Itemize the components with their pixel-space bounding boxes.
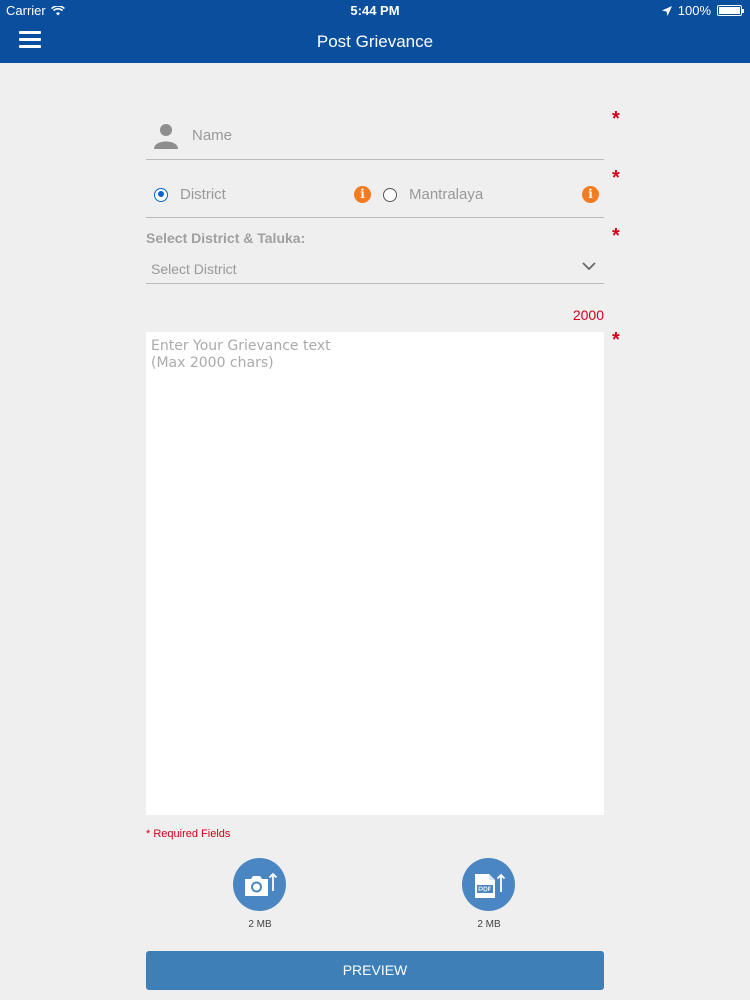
pdf-upload-button[interactable]	[462, 858, 515, 911]
camera-upload: 2 MB	[233, 858, 287, 930]
radio-mantralaya-label: Mantralaya	[409, 186, 484, 203]
char-count: 2000	[572, 307, 604, 323]
status-time: 5:44 PM	[350, 3, 400, 18]
radio-button-selected[interactable]	[154, 187, 168, 202]
camera-upload-icon	[244, 872, 277, 896]
required-marker: *	[612, 167, 620, 189]
required-marker: *	[612, 225, 620, 247]
battery-icon	[717, 5, 744, 16]
pdf-upload-icon	[474, 873, 505, 898]
status-right: 100%	[661, 3, 744, 18]
radio-district-label: District	[180, 186, 226, 203]
select-district-label: Select District & Taluka:	[146, 230, 306, 246]
camera-upload-button[interactable]	[233, 858, 286, 911]
info-icon[interactable]: i	[354, 186, 371, 203]
select-district-value: Select District	[151, 261, 237, 277]
info-icon[interactable]: i	[582, 186, 599, 203]
preview-button[interactable]: PREVIEW	[146, 951, 604, 990]
required-marker: *	[612, 329, 620, 351]
required-fields-note: * Required Fields	[146, 828, 231, 840]
radio-district[interactable]: District	[154, 186, 226, 203]
grievance-textarea[interactable]	[146, 332, 604, 815]
radio-button[interactable]	[383, 187, 397, 202]
page-title: Post Grievance	[316, 32, 434, 51]
chevron-down-icon	[582, 262, 596, 271]
header-bar: Carrier 5:44 PM 100% Post Grievance	[0, 0, 750, 63]
grievance-type-row: District i Mantralaya i	[146, 178, 604, 218]
pdf-upload: 2 MB	[462, 858, 516, 930]
name-field-row	[146, 112, 604, 160]
pdf-upload-size: 2 MB	[477, 919, 501, 930]
location-arrow-icon	[661, 5, 672, 16]
camera-upload-size: 2 MB	[248, 919, 272, 930]
select-district-dropdown[interactable]: Select District	[146, 254, 604, 284]
battery-percent: 100%	[677, 3, 711, 18]
required-marker: *	[612, 108, 620, 130]
user-icon	[146, 123, 186, 149]
name-input[interactable]	[192, 127, 572, 144]
radio-mantralaya[interactable]: Mantralaya	[383, 186, 483, 203]
